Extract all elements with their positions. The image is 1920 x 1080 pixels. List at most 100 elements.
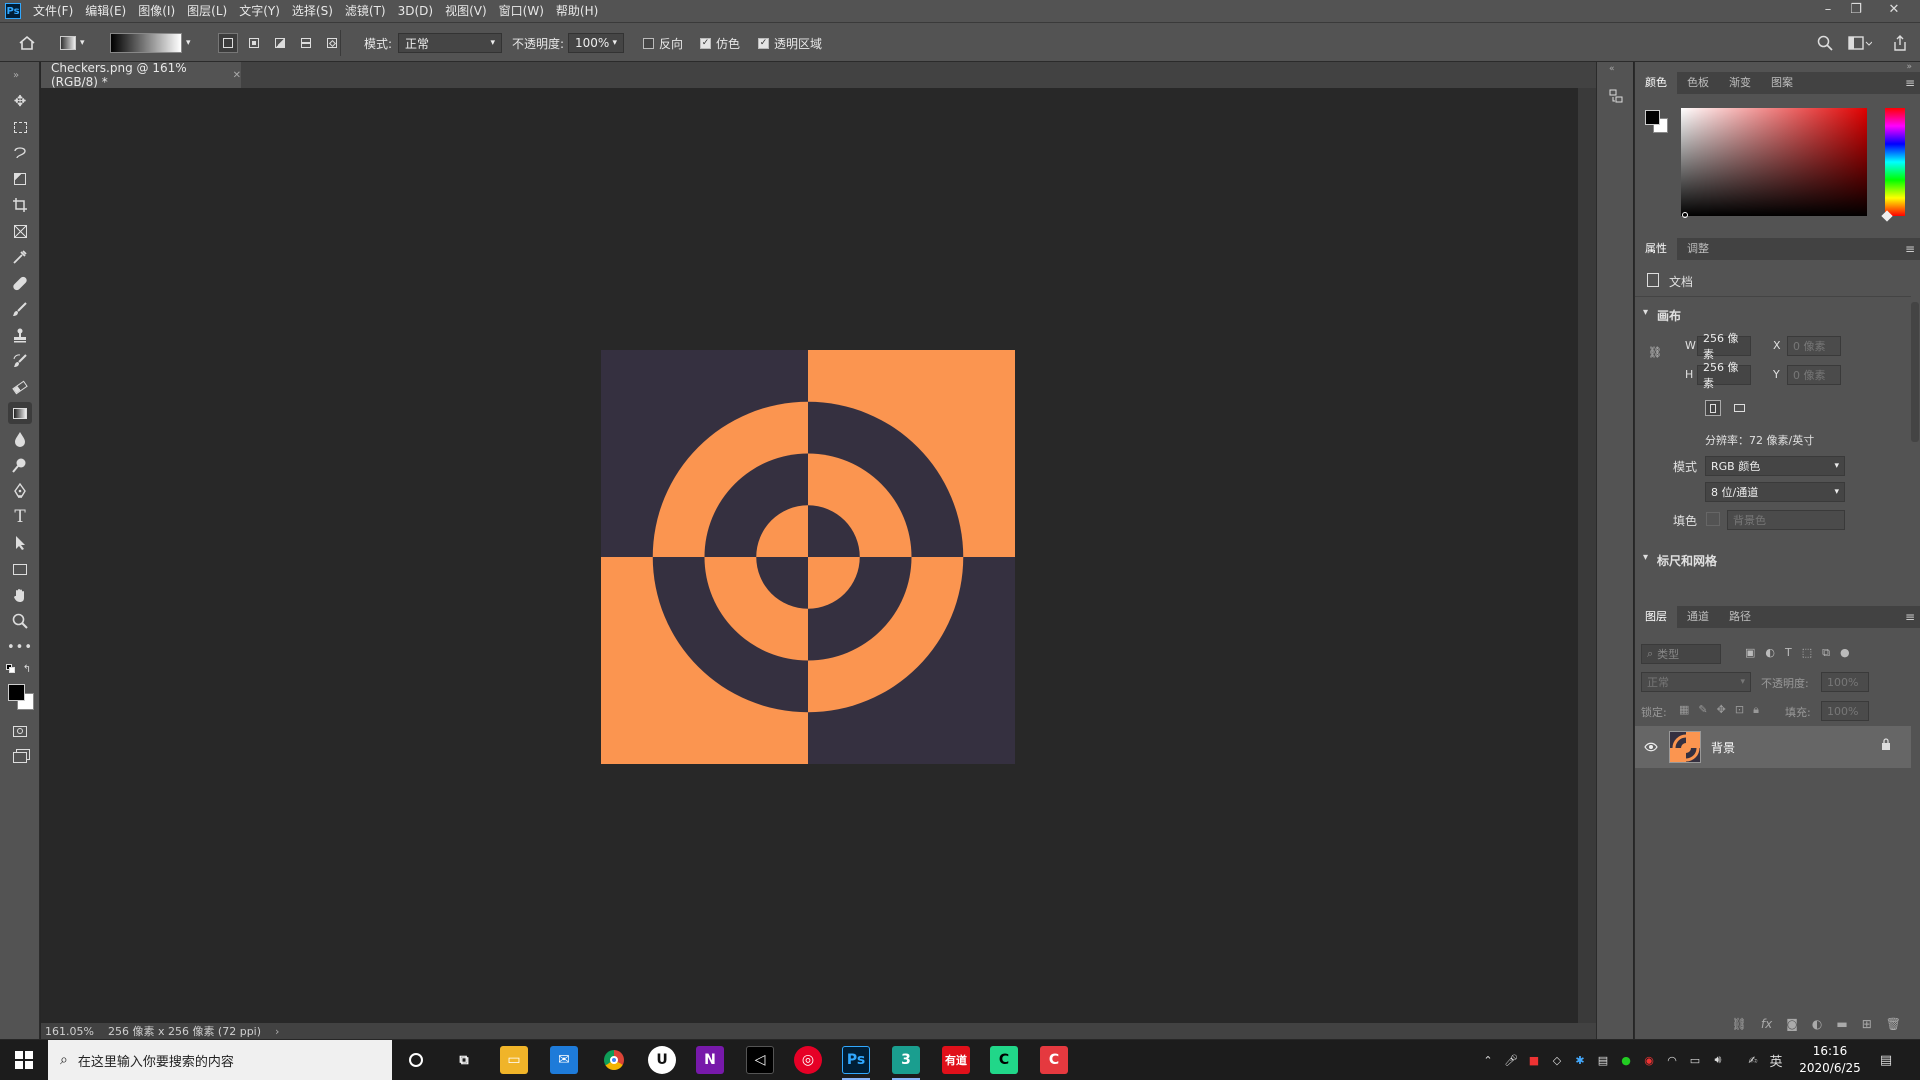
linear-gradient-icon[interactable] [218, 33, 238, 53]
ime-tool-icon[interactable]: ▤ [1595, 1052, 1611, 1068]
landscape-orientation-icon[interactable] [1731, 400, 1747, 416]
trash-icon[interactable]: 🗑︎ [1886, 1017, 1901, 1031]
tool-preset-picker[interactable]: ▾ [60, 23, 85, 63]
fill-color-swatch[interactable] [1706, 512, 1720, 526]
move-tool-icon[interactable]: ✥ [8, 90, 32, 112]
menu-edit[interactable]: 编辑(E) [79, 0, 132, 22]
chevron-up-icon[interactable]: ⌃ [1480, 1052, 1496, 1068]
panel-menu-icon[interactable]: ≡ [1905, 610, 1915, 624]
lock-all-icon[interactable]: 🔒︎ [1753, 703, 1759, 717]
eraser-tool-icon[interactable] [8, 376, 32, 398]
crop-tool-icon[interactable] [8, 194, 32, 216]
eye-icon[interactable] [1643, 739, 1659, 755]
link-layers-icon[interactable]: ⛓ [1732, 1017, 1747, 1031]
height-field[interactable]: 256 像素 [1697, 361, 1751, 390]
menu-3d[interactable]: 3D(D) [392, 0, 439, 22]
mail-icon[interactable]: ✉ [550, 1046, 578, 1074]
task-view-icon[interactable]: ⧉ [450, 1046, 478, 1074]
brush-tool-icon[interactable] [8, 298, 32, 320]
layer-filter-select[interactable]: ⌕ 类型 [1641, 644, 1721, 664]
layer-row[interactable]: 背景 [1635, 726, 1911, 768]
zoom-level[interactable]: 161.05% [45, 1025, 94, 1038]
tab-color[interactable]: 颜色 [1635, 72, 1677, 94]
onenote-icon[interactable]: N [696, 1046, 724, 1074]
lock-position-icon[interactable]: ✥ [1717, 703, 1726, 717]
clion-icon[interactable]: C [990, 1046, 1018, 1074]
filter-toggle-icon[interactable]: ● [1840, 646, 1850, 660]
tab-gradients[interactable]: 渐变 [1719, 72, 1761, 94]
canvas-scrollbar[interactable] [1578, 88, 1596, 1023]
vs-icon[interactable]: ◇ [1549, 1052, 1565, 1068]
new-group-icon[interactable]: ▬ [1836, 1017, 1847, 1031]
foreground-color-swatch[interactable] [8, 684, 25, 701]
blend-mode-select[interactable]: 正常 ▾ [1641, 672, 1751, 692]
dither-checkbox[interactable]: ✓ 仿色 [700, 23, 740, 63]
gradient-picker[interactable]: ▾ [110, 23, 191, 63]
history-icon[interactable] [1606, 86, 1626, 106]
fill-select[interactable]: 背景色 [1727, 510, 1845, 530]
close-tab-icon[interactable]: ✕ [233, 70, 241, 81]
adjustment-layer-icon[interactable]: ◐ [1812, 1017, 1822, 1031]
panel-menu-icon[interactable]: ≡ [1905, 242, 1915, 256]
photoshop-taskbar-icon[interactable]: Ps [842, 1046, 870, 1074]
reverse-checkbox[interactable]: 反向 [643, 23, 683, 63]
mode-select[interactable]: 正常 ▾ [398, 33, 502, 53]
diamond-gradient-icon[interactable] [322, 33, 342, 53]
ime-indicator[interactable]: 英 [1768, 1052, 1784, 1070]
workspace-icon[interactable] [1848, 23, 1872, 63]
minimize-icon[interactable]: – [1814, 0, 1842, 22]
clock[interactable]: 16:16 2020/6/25 [1790, 1043, 1870, 1077]
chrome-icon[interactable] [600, 1046, 628, 1074]
microphone-icon[interactable]: 🎤︎ [1503, 1052, 1519, 1068]
document-canvas[interactable] [601, 350, 1015, 764]
file-explorer-icon[interactable]: ▭ [500, 1046, 528, 1074]
swap-colors-icon[interactable]: ↰ [20, 662, 34, 676]
adjustment-filter-icon[interactable]: ◐ [1765, 646, 1775, 660]
layer-style-icon[interactable]: fx [1761, 1017, 1772, 1031]
frame-tool-icon[interactable] [8, 220, 32, 242]
width-field[interactable]: 256 像素 [1697, 332, 1751, 361]
taskbar-search-box[interactable]: ⌕ 在这里输入你要搜索的内容 [48, 1040, 392, 1080]
netease-tray-icon[interactable]: ◉ [1641, 1052, 1657, 1068]
menu-filter[interactable]: 滤镜(T) [339, 0, 392, 22]
menu-view[interactable]: 视图(V) [439, 0, 493, 22]
blur-tool-icon[interactable] [8, 428, 32, 450]
properties-scrollbar[interactable] [1911, 302, 1919, 442]
path-selection-tool-icon[interactable] [8, 532, 32, 554]
document-tab[interactable]: Checkers.png @ 161%(RGB/8) * ✕ [41, 61, 241, 89]
panel-menu-icon[interactable]: ≡ [1905, 76, 1915, 90]
object-selection-tool-icon[interactable] [8, 168, 32, 190]
reflected-gradient-icon[interactable] [296, 33, 316, 53]
collapse-toolbar-icon[interactable]: » [4, 64, 28, 86]
hand-tool-icon[interactable] [8, 584, 32, 606]
screen-mode-icon[interactable] [8, 746, 32, 768]
canvas-section-title[interactable]: 画布 [1657, 307, 1681, 324]
menu-help[interactable]: 帮助(H) [550, 0, 604, 22]
lock-icon[interactable] [1881, 738, 1891, 753]
chevron-down-icon[interactable]: ▾ [1643, 552, 1648, 563]
shape-filter-icon[interactable]: ⬚ [1802, 646, 1812, 660]
search-icon[interactable] [1817, 23, 1833, 63]
youdao-icon[interactable]: 有道 [942, 1046, 970, 1074]
healing-brush-tool-icon[interactable] [8, 272, 32, 294]
radial-gradient-icon[interactable] [244, 33, 264, 53]
lock-image-icon[interactable]: ✎ [1698, 703, 1707, 717]
pen-tool-icon[interactable] [8, 480, 32, 502]
more-tools-icon[interactable]: ••• [7, 636, 32, 658]
tab-layers[interactable]: 图层 [1635, 606, 1677, 628]
unity-icon[interactable]: ◁ [746, 1046, 774, 1074]
cortana-icon[interactable] [402, 1046, 430, 1074]
hue-slider[interactable] [1881, 108, 1905, 222]
netease-music-icon[interactable]: ◎ [794, 1046, 822, 1074]
pen-icon[interactable]: ✍ [1745, 1052, 1761, 1068]
notification-icon[interactable]: ▤ [1878, 1052, 1894, 1068]
gradient-tool-icon[interactable] [8, 402, 32, 424]
volume-icon[interactable]: 🔊︎ [1710, 1052, 1726, 1068]
transparency-checkbox[interactable]: ✓ 透明区域 [758, 23, 822, 63]
lock-artboard-icon[interactable]: ⊡ [1735, 703, 1744, 717]
x-field[interactable]: 0 像素 [1787, 336, 1841, 356]
3dsmax-icon[interactable]: 3 [892, 1046, 920, 1074]
app-icon[interactable]: C [1040, 1046, 1068, 1074]
menu-type[interactable]: 文字(Y) [233, 0, 286, 22]
tab-swatches[interactable]: 色板 [1677, 72, 1719, 94]
